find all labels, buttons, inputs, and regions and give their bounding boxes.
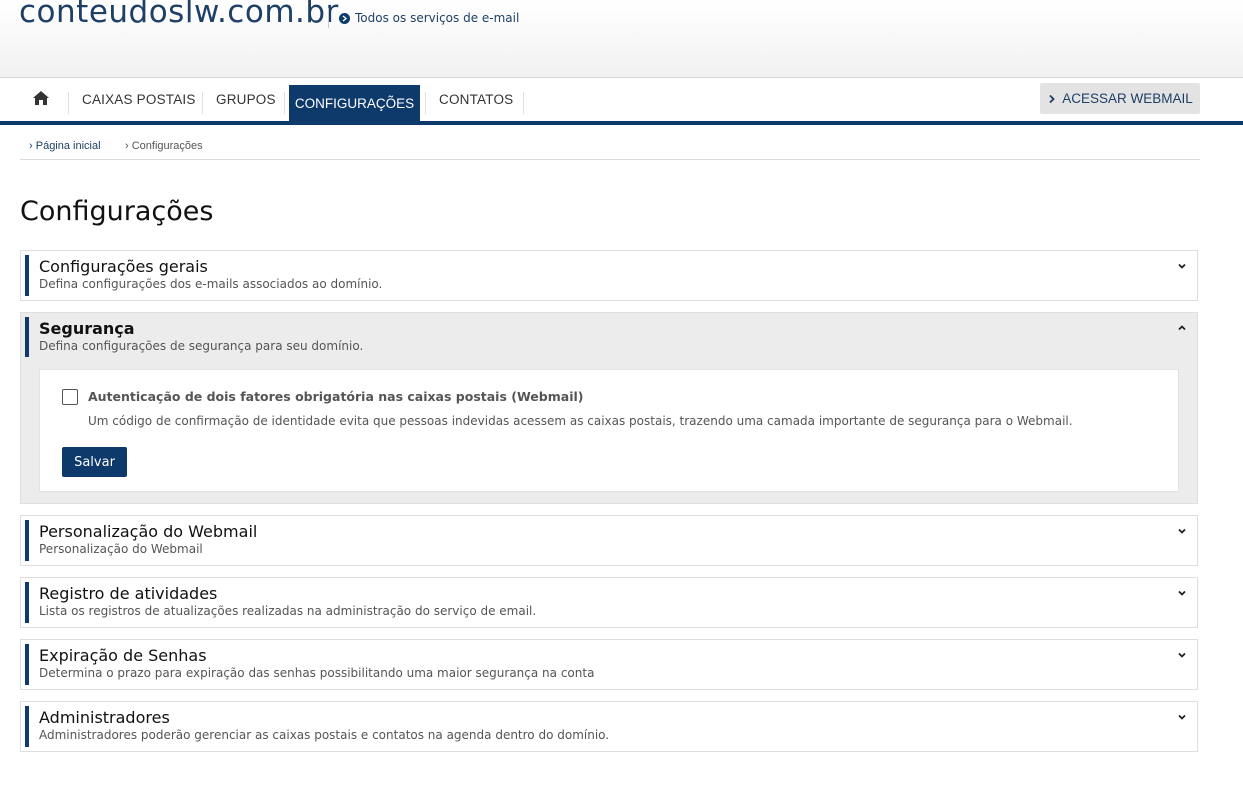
panel-accent	[25, 317, 29, 357]
chevron-right-icon: ›	[29, 140, 33, 152]
section-description: Defina configurações de segurança para s…	[39, 339, 364, 353]
nav-divider	[425, 92, 426, 114]
access-webmail-button[interactable]: ACESSAR WEBMAIL	[1040, 83, 1200, 114]
two-factor-description: Um código de confirmação de identidade e…	[88, 414, 1073, 428]
main-nav: CAIXAS POSTAIS GRUPOS CONFIGURAÇÕES CONT…	[0, 78, 1243, 125]
chevron-down-icon[interactable]	[1177, 526, 1187, 536]
home-icon[interactable]	[32, 90, 50, 110]
circle-arrow-icon	[339, 12, 350, 24]
section-personalizacao-webmail[interactable]: Personalização do Webmail Personalização…	[20, 515, 1198, 566]
panel-accent	[25, 255, 29, 296]
header-bar: conteudoslw.com.br Todos os serviços de …	[0, 0, 1243, 78]
page-title: Configurações	[20, 196, 214, 227]
chevron-down-icon[interactable]	[1177, 712, 1187, 722]
panel-accent	[25, 644, 29, 685]
nav-divider	[68, 92, 69, 114]
security-settings-box: Autenticação de dois fatores obrigatória…	[39, 369, 1179, 492]
nav-item-caixas-postais[interactable]: CAIXAS POSTAIS	[82, 92, 196, 107]
panel-accent	[25, 582, 29, 623]
nav-item-configuracoes-label: CONFIGURAÇÕES	[294, 95, 415, 111]
all-services-label: Todos os serviços de e-mail	[355, 11, 520, 25]
section-title: Expiração de Senhas	[39, 646, 207, 665]
header-divider	[328, 8, 329, 28]
chevron-up-icon[interactable]	[1177, 323, 1187, 333]
section-description: Lista os registros de atualizações reali…	[39, 604, 537, 618]
save-button[interactable]: Salvar	[62, 447, 127, 477]
panel-accent	[25, 520, 29, 561]
section-title: Personalização do Webmail	[39, 522, 258, 541]
section-description: Determina o prazo para expiração das sen…	[39, 666, 595, 680]
nav-item-contatos[interactable]: CONTATOS	[439, 92, 513, 107]
all-services-link[interactable]: Todos os serviços de e-mail	[339, 11, 519, 25]
nav-divider	[202, 92, 203, 114]
breadcrumb-home[interactable]: › Página inicial	[29, 140, 101, 152]
chevron-right-icon	[1049, 94, 1056, 103]
panel-accent	[25, 706, 29, 747]
two-factor-label[interactable]: Autenticação de dois fatores obrigatória…	[88, 389, 583, 404]
chevron-down-icon[interactable]	[1177, 650, 1187, 660]
breadcrumb-home-label: Página inicial	[35, 140, 101, 152]
section-description: Defina configurações dos e-mails associa…	[39, 277, 383, 291]
section-administradores[interactable]: Administradores Administradores poderão …	[20, 701, 1198, 752]
section-title: Registro de atividades	[39, 584, 218, 603]
section-title: Administradores	[39, 708, 170, 727]
breadcrumb-current-label: Configurações	[131, 140, 203, 152]
section-title: Configurações gerais	[39, 257, 208, 276]
section-registro-atividades[interactable]: Registro de atividades Lista os registro…	[20, 577, 1198, 628]
section-title[interactable]: Segurança	[39, 319, 135, 338]
nav-divider	[523, 92, 524, 114]
chevron-down-icon[interactable]	[1177, 588, 1187, 598]
nav-item-configuracoes[interactable]: CONFIGURAÇÕES	[289, 85, 420, 121]
nav-item-grupos[interactable]: GRUPOS	[216, 92, 276, 107]
breadcrumb-current: › Configurações	[125, 140, 203, 152]
section-description: Personalização do Webmail	[39, 542, 203, 556]
section-expiracao-senhas[interactable]: Expiração de Senhas Determina o prazo pa…	[20, 639, 1198, 690]
nav-divider	[284, 92, 285, 114]
section-description: Administradores poderão gerenciar as cai…	[39, 728, 610, 742]
two-factor-checkbox[interactable]	[62, 389, 78, 405]
breadcrumb: › Página inicial › Configurações	[20, 125, 1200, 160]
logo[interactable]: conteudoslw.com.br	[19, 0, 339, 30]
chevron-right-icon: ›	[125, 140, 129, 152]
section-seguranca: Segurança Defina configurações de segura…	[20, 312, 1198, 504]
access-webmail-label: ACESSAR WEBMAIL	[1062, 91, 1193, 106]
section-configuracoes-gerais[interactable]: Configurações gerais Defina configuraçõe…	[20, 250, 1198, 301]
chevron-down-icon[interactable]	[1177, 261, 1187, 271]
